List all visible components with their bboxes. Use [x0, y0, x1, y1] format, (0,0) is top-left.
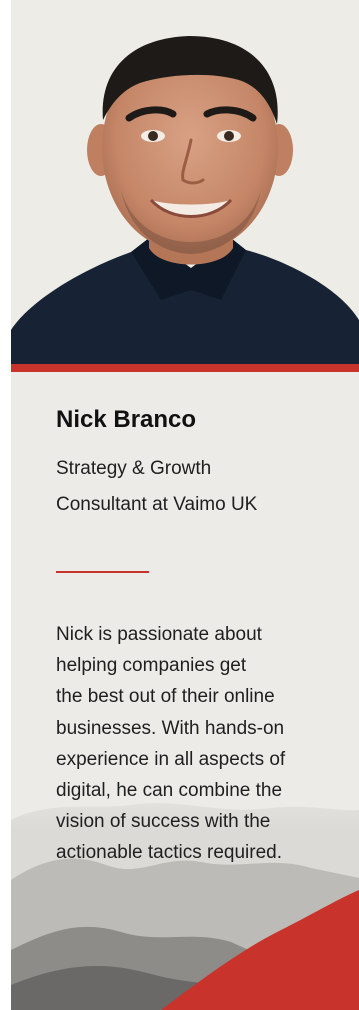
person-name: Nick Branco: [56, 406, 197, 433]
person-role: Strategy & Growth Consultant at Vaimo UK: [56, 451, 346, 523]
bio-line: vision of success with the: [56, 811, 271, 833]
bio-line: businesses. With hands-on: [56, 717, 285, 739]
bio-line: digital, he can combine the: [56, 780, 283, 802]
bio-line: actionable tactics required.: [56, 842, 283, 864]
bio-line: helping companies get: [56, 655, 247, 677]
profile-photo: [11, 0, 359, 364]
portrait-illustration: [11, 0, 359, 364]
role-line: Strategy & Growth: [56, 458, 212, 479]
bio-line: experience in all aspects of: [56, 748, 286, 770]
person-bio: Nick is passionate about helping compani…: [56, 619, 356, 869]
bio-line: Nick is passionate about: [56, 624, 262, 645]
role-line: Consultant at Vaimo UK: [56, 494, 258, 515]
divider: [56, 571, 149, 573]
accent-bar: [11, 364, 359, 372]
bio-line: the best out of their online: [56, 686, 275, 708]
profile-card: Nick Branco Strategy & Growth Consultant…: [11, 0, 359, 1010]
